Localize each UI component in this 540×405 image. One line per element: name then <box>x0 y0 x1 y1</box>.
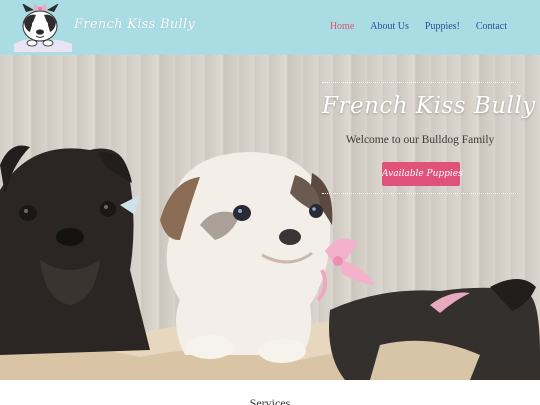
nav-puppies[interactable]: Puppies! <box>425 21 460 32</box>
nav-contact[interactable]: Contact <box>476 21 507 32</box>
logo-text: French Kiss Bully <box>74 17 196 32</box>
hero-title: French Kiss Bully <box>322 93 536 119</box>
nav-home[interactable]: Home <box>330 21 354 32</box>
services-heading: Services <box>249 396 291 405</box>
welcome-panel: French Kiss Bully Welcome to our Bulldog… <box>322 82 536 194</box>
hero-subtitle: Welcome to our Bulldog Family <box>345 134 495 146</box>
site-logo[interactable]: French Kiss Bully <box>12 4 195 52</box>
main-nav: Home About Us Puppies! Contact <box>330 21 507 32</box>
nav-about-us[interactable]: About Us <box>370 21 409 32</box>
hero-banner: French Kiss Bully Welcome to our Bulldog… <box>0 55 540 380</box>
available-puppies-button[interactable]: Available Puppies <box>382 162 463 186</box>
site-header: French Kiss Bully Home About Us Puppies!… <box>0 0 540 55</box>
bulldog-logo-icon <box>14 4 72 52</box>
